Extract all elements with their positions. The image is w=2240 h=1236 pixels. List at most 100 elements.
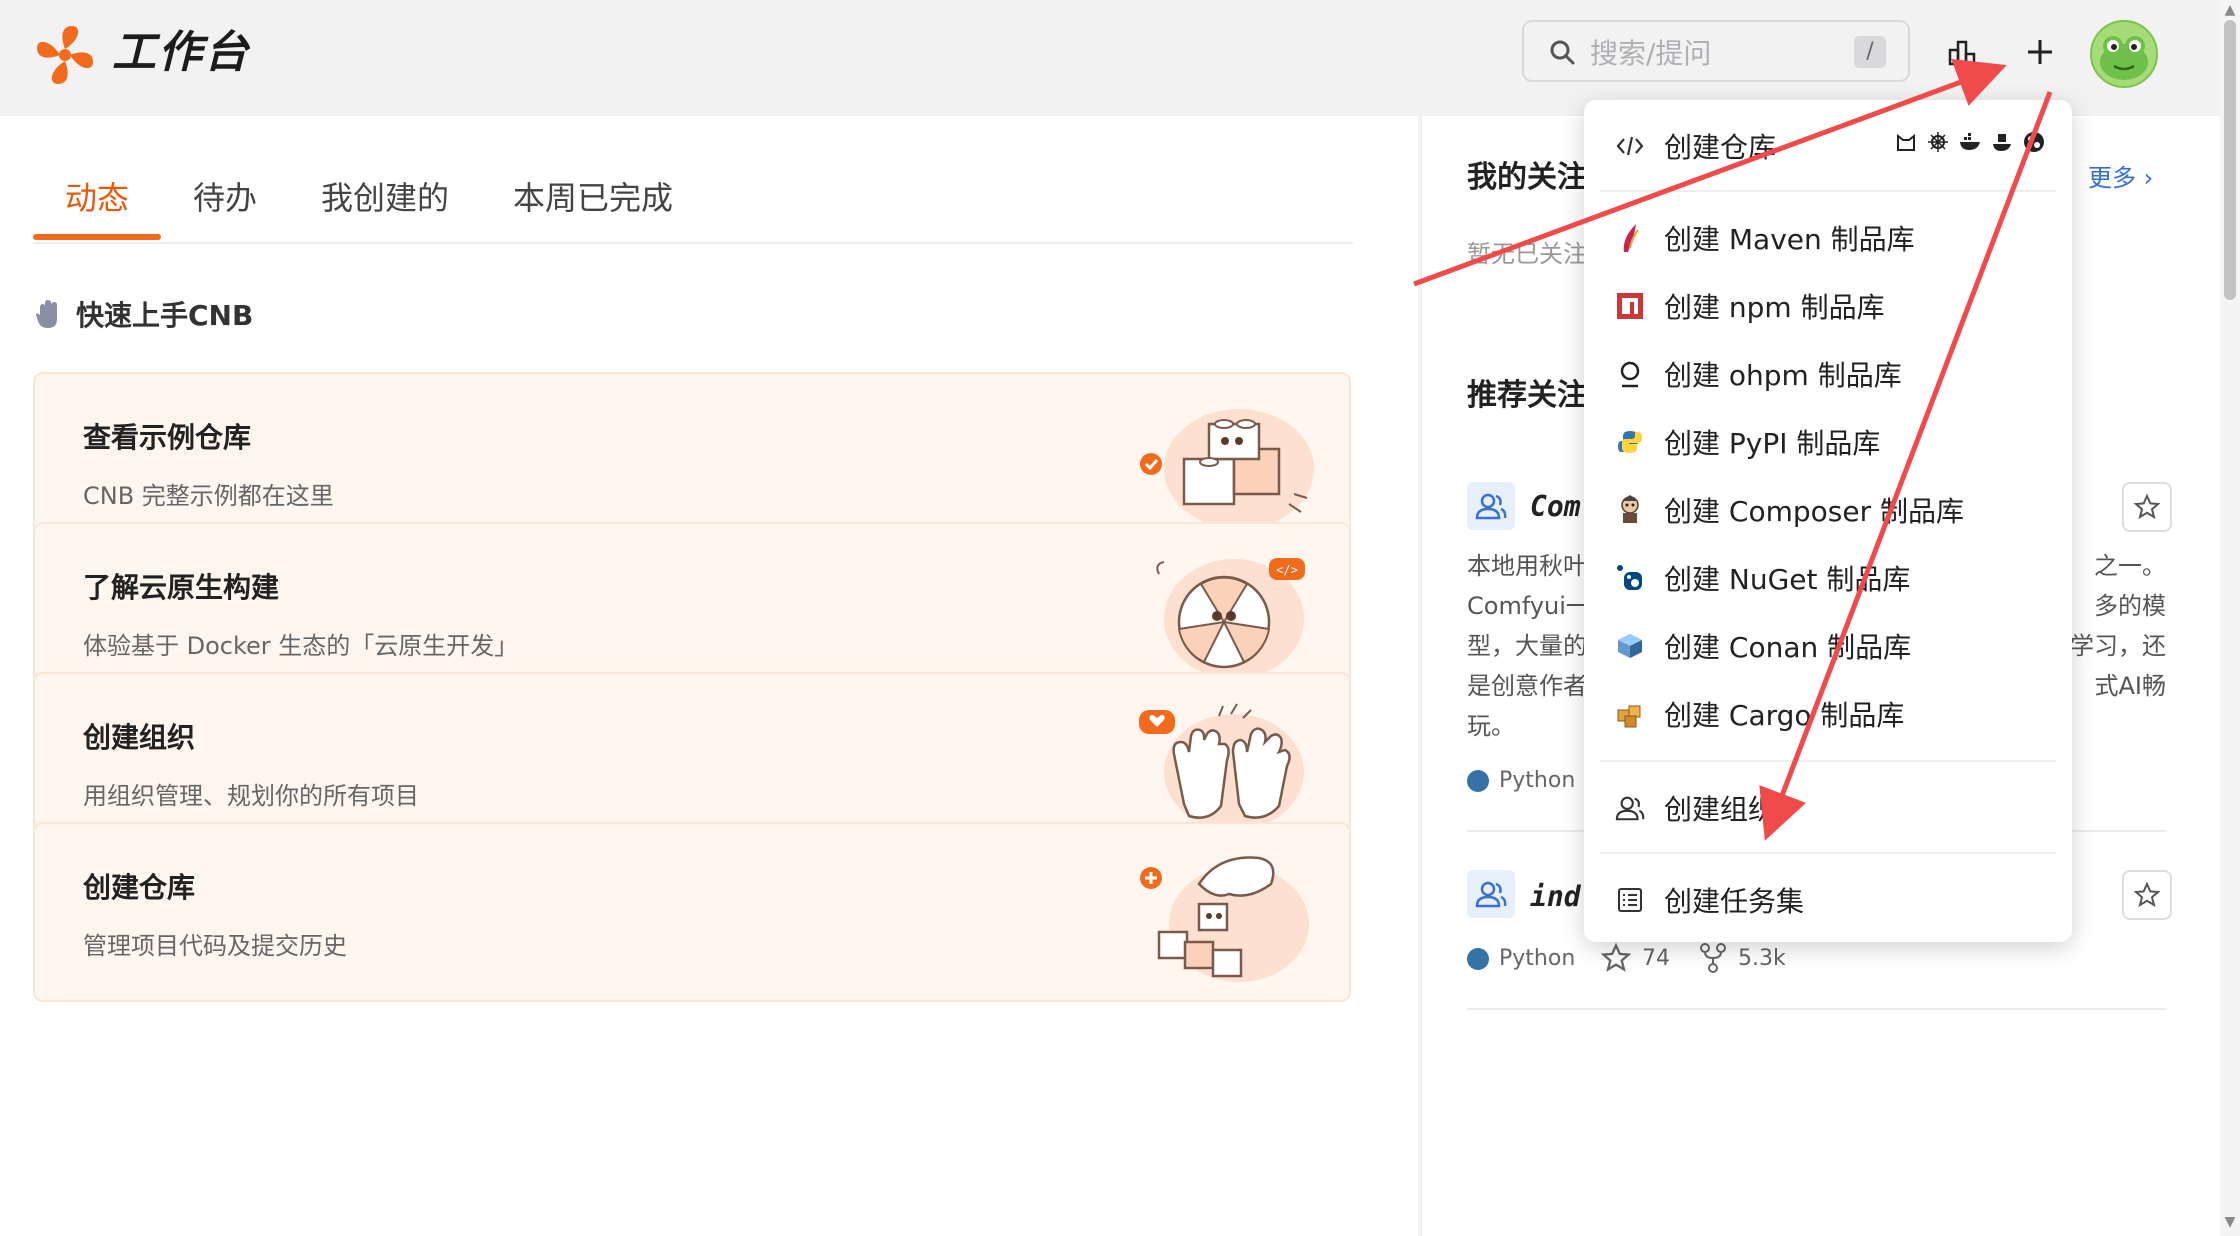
star-button[interactable]: [2122, 870, 2172, 920]
desc-line: 本地用秋叶: [1467, 552, 1587, 580]
org-repo-icon: [1467, 870, 1515, 918]
menu-item-maven[interactable]: 创建 Maven 制品库: [1614, 214, 2054, 262]
search-input[interactable]: [1588, 32, 1852, 74]
search-box[interactable]: /: [1522, 20, 1910, 82]
more-link[interactable]: 更多 ›: [2088, 158, 2153, 193]
menu-item-label: 创建 Conan 制品库: [1664, 631, 1912, 664]
repo-language: Python: [1467, 768, 1575, 793]
menu-item-ohpm[interactable]: 创建 ohpm 制品库: [1614, 350, 2054, 398]
star-button[interactable]: [2122, 482, 2172, 532]
quickstart-title: 快速上手CNB: [76, 299, 254, 332]
desc-line: 是创意作者: [1467, 672, 1587, 700]
menu-item-create-taskset[interactable]: 创建任务集: [1614, 876, 2054, 924]
card-title: 查看示例仓库: [83, 421, 252, 454]
cluster-icon: [2022, 130, 2046, 154]
menu-item-label: 创建 Cargo 制品库: [1664, 699, 1905, 732]
frog-avatar-icon: [2092, 22, 2156, 86]
card-create-repo[interactable]: 创建仓库 管理项目代码及提交历史: [33, 822, 1351, 1002]
repo-type-badges: [1894, 130, 2046, 154]
repo-name[interactable]: ind: [1530, 880, 1581, 913]
maven-icon: [1614, 222, 1646, 254]
ohpm-icon: [1614, 358, 1646, 390]
code-icon: [1614, 130, 1646, 162]
nuget-icon: [1614, 562, 1646, 594]
menu-item-npm[interactable]: 创建 npm 制品库: [1614, 282, 2054, 330]
menu-item-label: 创建仓库: [1664, 131, 1777, 164]
tab-todo[interactable]: 待办: [193, 168, 257, 228]
desc-line: 之一。: [2094, 552, 2166, 580]
svg-text:</>: </>: [1276, 563, 1298, 577]
desc-line: Comfyui一: [1467, 592, 1590, 620]
menu-item-cargo[interactable]: 创建 Cargo 制品库: [1614, 690, 2054, 738]
list-icon: [1614, 884, 1646, 916]
card-title: 创建组织: [83, 721, 196, 754]
star-icon: [2133, 881, 2161, 908]
card-title: 创建仓库: [83, 871, 196, 904]
language-dot: [1467, 769, 1489, 792]
fork-icon: [1700, 943, 1726, 973]
card-desc: 体验基于 Docker 生态的「云原生开发」: [83, 632, 519, 660]
desc-line: 玩。: [1467, 712, 1515, 740]
scroll-up-arrow[interactable]: ▲: [2222, 2, 2238, 18]
npm-icon: [1614, 290, 1646, 322]
star-outline-icon: [1600, 942, 1632, 972]
bar-chart-icon: [1948, 40, 1976, 66]
create-dropdown-menu: 创建仓库 创建 Maven 制品库 创建 npm 制品库 创建 ohpm 制品库…: [1584, 100, 2072, 942]
menu-item-label: 创建组织: [1664, 793, 1777, 826]
logo-icon[interactable]: [32, 22, 98, 88]
activity-panel: 动态 待办 我创建的 本周已完成 快速上手CNB 查看示例仓库 CNB 完整示例…: [0, 116, 1418, 1236]
menu-item-label: 创建 Maven 制品库: [1664, 223, 1915, 256]
language-label: Python: [1499, 768, 1576, 793]
following-title: 我的关注: [1467, 160, 1587, 195]
menu-item-label: 创建 npm 制品库: [1664, 291, 1885, 324]
fan-illustration-icon: </>: [1156, 558, 1305, 679]
search-shortcut-key: /: [1854, 36, 1886, 68]
menu-separator: [1600, 852, 2056, 854]
menu-separator: [1600, 760, 2056, 762]
high-five-illustration-icon: [1139, 703, 1304, 830]
repo-name[interactable]: Com: [1530, 490, 1581, 523]
tab-created-by-me[interactable]: 我创建的: [321, 168, 449, 228]
active-tab-indicator: [33, 234, 161, 240]
repo-language: Python: [1467, 946, 1575, 971]
tab-completed-this-week[interactable]: 本周已完成: [513, 168, 673, 228]
menu-item-label: 创建 NuGet 制品库: [1664, 563, 1911, 596]
container-icon: [1990, 130, 2014, 154]
org-icon: [1614, 792, 1646, 824]
top-bar: 工作台 /: [0, 0, 2220, 116]
user-avatar[interactable]: [2090, 20, 2158, 88]
tab-activity[interactable]: 动态: [65, 168, 129, 228]
cat-icon: [1894, 130, 1918, 154]
desc-line: 多的模: [2094, 592, 2166, 620]
menu-item-nuget[interactable]: 创建 NuGet 制品库: [1614, 554, 2054, 602]
desc-line: 式AI畅: [2094, 672, 2167, 700]
chevron-right-icon: ›: [2143, 164, 2154, 192]
leaderboard-button[interactable]: [1940, 30, 1984, 74]
forks-count: 5.3k: [1738, 945, 1786, 971]
menu-item-conan[interactable]: 创建 Conan 制品库: [1614, 622, 2054, 670]
cargo-icon: [1614, 698, 1646, 730]
menu-item-label: 创建 ohpm 制品库: [1664, 359, 1902, 392]
star-icon: [2133, 493, 2161, 520]
menu-separator: [1600, 190, 2056, 192]
menu-item-pypi[interactable]: 创建 PyPI 制品库: [1614, 418, 2054, 466]
following-empty-text: 暂无已关注: [1467, 240, 1587, 268]
helm-icon: [1926, 130, 1950, 154]
divider: [1467, 1008, 2167, 1010]
desc-line: 学习，还: [2070, 632, 2166, 660]
menu-item-create-org[interactable]: 创建组织: [1614, 784, 2054, 832]
tab-bar: 动态 待办 我创建的 本周已完成: [33, 156, 1353, 244]
hand-blocks-illustration-icon: [1140, 856, 1309, 982]
create-new-button[interactable]: [2018, 30, 2062, 74]
scrollbar-thumb[interactable]: [2224, 20, 2236, 300]
card-desc: 用组织管理、规划你的所有项目: [83, 782, 419, 810]
repo-description: 本地用秋叶 Comfyui一 型，大量的 是创意作者 玩。: [1467, 546, 1590, 746]
scroll-down-arrow[interactable]: ▼: [2222, 1214, 2238, 1230]
stars-count: 74: [1642, 945, 1670, 971]
menu-item-label: 创建 Composer 制品库: [1664, 495, 1964, 528]
repo-forks: 5.3k: [1698, 942, 1786, 974]
org-repo-icon: [1467, 482, 1515, 530]
repo-stars: 74: [1600, 942, 1670, 974]
menu-item-composer[interactable]: 创建 Composer 制品库: [1614, 486, 2054, 534]
card-desc: CNB 完整示例都在这里: [83, 482, 334, 510]
